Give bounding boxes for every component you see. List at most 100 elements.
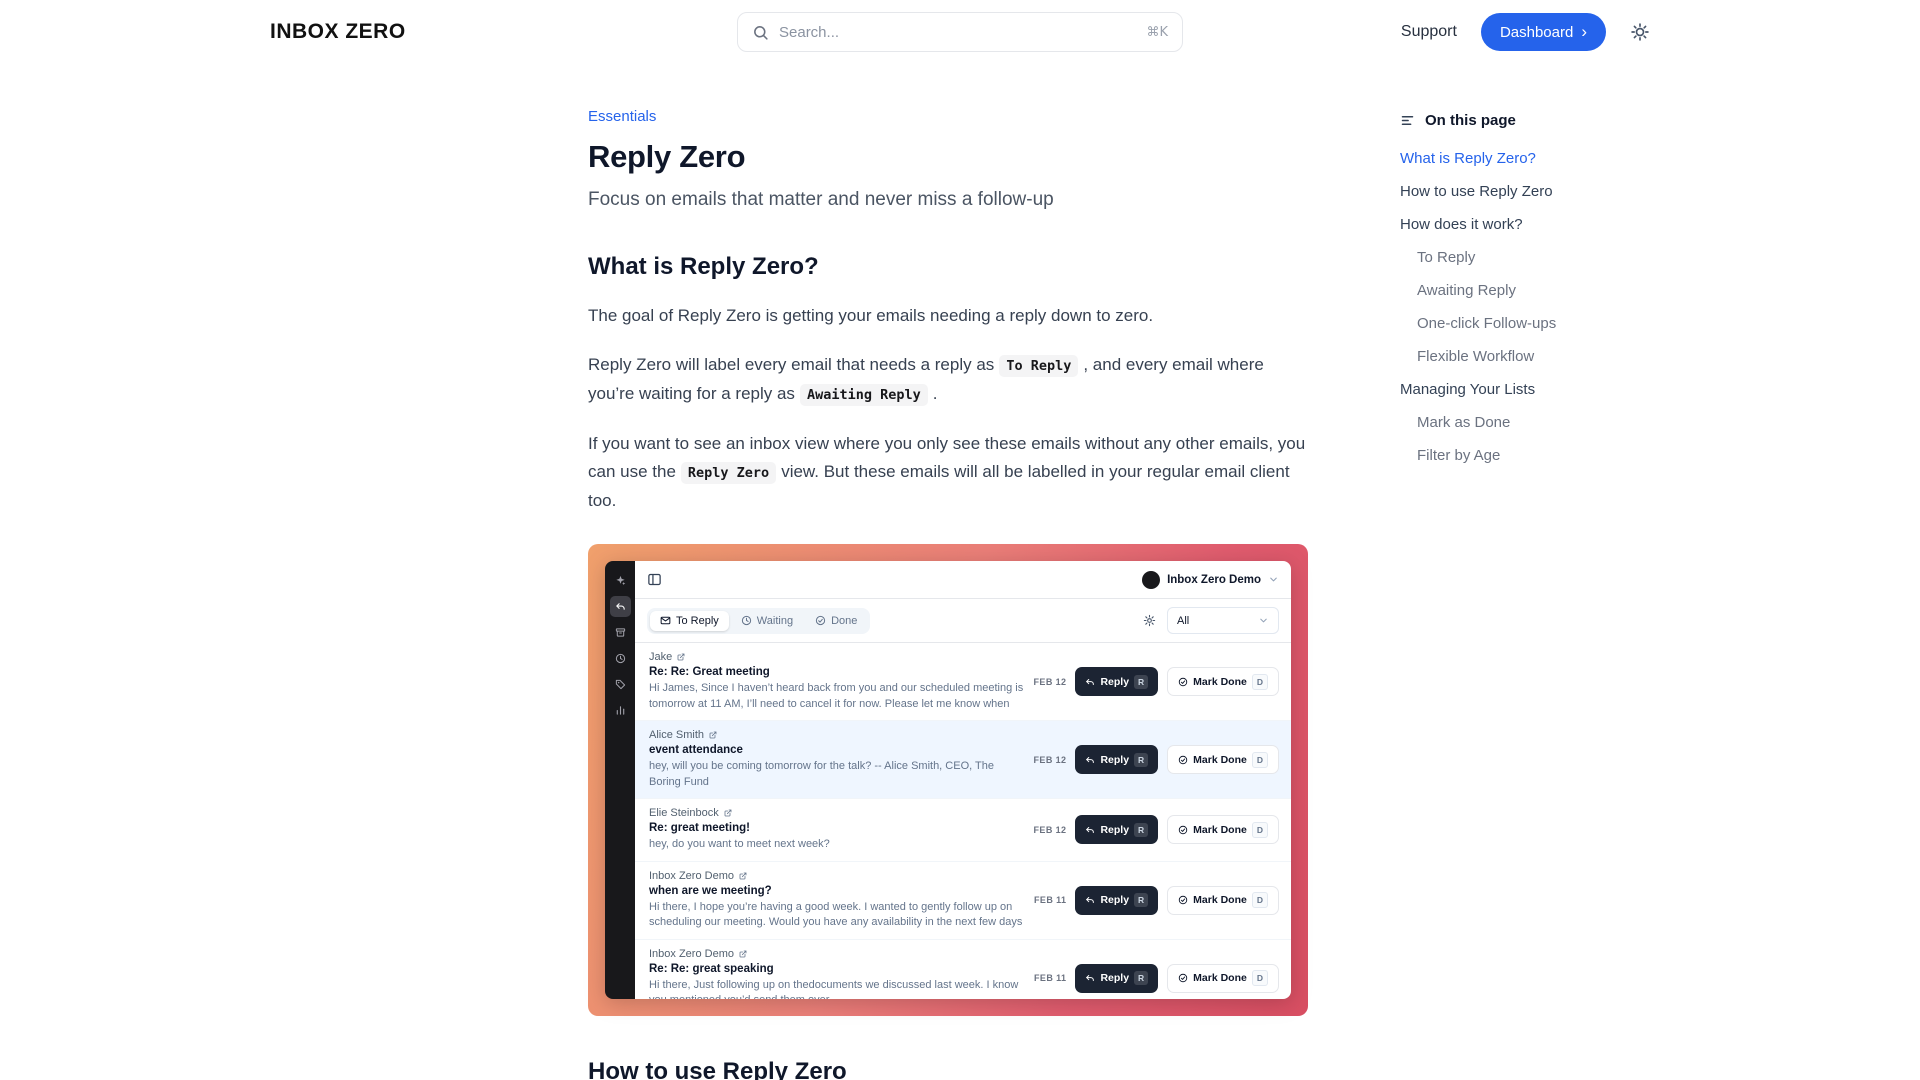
mark-done-button: Mark DoneD bbox=[1167, 964, 1279, 993]
inbox-zero-logo[interactable]: INBOX ZERO bbox=[270, 20, 406, 44]
dashboard-label: Dashboard bbox=[1500, 24, 1573, 41]
depicted-app-header: Inbox Zero Demo bbox=[635, 561, 1291, 599]
search-icon bbox=[752, 24, 769, 41]
done-shortcut-kbd: D bbox=[1252, 674, 1268, 690]
depicted-app-sidebar bbox=[605, 561, 635, 999]
mark-done-button: Mark DoneD bbox=[1167, 745, 1279, 774]
chevron-right-icon: › bbox=[1581, 23, 1587, 40]
email-summary: Inbox Zero Demo when are we meeting? Hi … bbox=[649, 870, 1024, 931]
check-circle-icon bbox=[1178, 677, 1188, 687]
code-to-reply: To Reply bbox=[999, 355, 1078, 377]
email-preview: Hi James, Since I haven’t heard back fro… bbox=[649, 681, 1024, 712]
email-row: Inbox Zero Demo Re: Re: great speaking H… bbox=[635, 940, 1291, 1000]
toc-link-how-to-use-reply-zero[interactable]: How to use Reply Zero bbox=[1400, 183, 1700, 200]
toc-link-awaiting-reply[interactable]: Awaiting Reply bbox=[1417, 282, 1700, 299]
code-reply-zero: Reply Zero bbox=[681, 462, 776, 484]
email-sender: Alice Smith bbox=[649, 729, 704, 741]
email-subject: when are we meeting? bbox=[649, 885, 1024, 897]
toc-link-flexible-workflow[interactable]: Flexible Workflow bbox=[1417, 348, 1700, 365]
mark-done-label: Mark Done bbox=[1193, 676, 1247, 688]
email-actions: FEB 11 ReplyR Mark DoneD bbox=[1034, 964, 1279, 993]
depicted-app-toolbar: To Reply Waiting bbox=[635, 599, 1291, 643]
email-date: FEB 12 bbox=[1034, 825, 1067, 835]
mark-done-label: Mark Done bbox=[1193, 972, 1247, 984]
reply-label: Reply bbox=[1100, 824, 1129, 836]
paragraph-inbox-view: If you want to see an inbox view where y… bbox=[588, 430, 1308, 515]
toc-link-filter-by-age[interactable]: Filter by Age bbox=[1417, 447, 1700, 464]
toc-link-to-reply[interactable]: To Reply bbox=[1417, 249, 1700, 266]
filter-select: All bbox=[1167, 607, 1279, 634]
support-link[interactable]: Support bbox=[1401, 23, 1457, 41]
done-shortcut-kbd: D bbox=[1252, 892, 1268, 908]
reply-arrow-icon bbox=[1085, 973, 1095, 983]
email-list: Jake Re: Re: Great meeting Hi James, Sin… bbox=[635, 643, 1291, 999]
toc-link-mark-as-done[interactable]: Mark as Done bbox=[1417, 414, 1700, 431]
page-title: Reply Zero bbox=[588, 139, 1308, 175]
reply-icon bbox=[610, 596, 631, 617]
tab-label: To Reply bbox=[676, 615, 719, 627]
reply-label: Reply bbox=[1100, 894, 1129, 906]
search-input[interactable]: Search... ⌘K bbox=[737, 12, 1183, 52]
mark-done-label: Mark Done bbox=[1193, 824, 1247, 836]
reply-arrow-icon bbox=[1085, 825, 1095, 835]
panel-left-icon bbox=[647, 572, 662, 587]
reply-shortcut-kbd: R bbox=[1134, 823, 1148, 837]
external-link-icon bbox=[677, 653, 685, 661]
email-actions: FEB 11 ReplyR Mark DoneD bbox=[1034, 886, 1279, 915]
mark-done-label: Mark Done bbox=[1193, 894, 1247, 906]
navbar-inner: INBOX ZERO Search... ⌘K Support Dashboar… bbox=[270, 13, 1650, 51]
email-date: FEB 12 bbox=[1034, 755, 1067, 765]
check-circle-icon bbox=[1178, 973, 1188, 983]
tab-to-reply: To Reply bbox=[650, 611, 729, 631]
email-actions: FEB 12 ReplyR Mark DoneD bbox=[1034, 745, 1279, 774]
toc-header-label: On this page bbox=[1425, 112, 1516, 129]
search-placeholder: Search... bbox=[779, 24, 1136, 41]
toc-link-what-is-reply-zero[interactable]: What is Reply Zero? bbox=[1400, 150, 1700, 167]
reply-button: ReplyR bbox=[1075, 667, 1158, 696]
breadcrumb[interactable]: Essentials bbox=[588, 108, 656, 125]
email-row: Elie Steinbock Re: great meeting! hey, d… bbox=[635, 799, 1291, 862]
email-date: FEB 11 bbox=[1034, 895, 1066, 905]
email-preview: hey, will you be coming tomorrow for the… bbox=[649, 759, 1024, 790]
theme-toggle-sun-icon[interactable] bbox=[1630, 22, 1650, 42]
email-preview: Hi there, I hope you’re having a good we… bbox=[649, 900, 1024, 931]
email-preview: Hi there, Just following up on thedocume… bbox=[649, 978, 1024, 1000]
dashboard-button[interactable]: Dashboard › bbox=[1481, 13, 1606, 51]
top-navbar: INBOX ZERO Search... ⌘K Support Dashboar… bbox=[0, 0, 1920, 64]
section-heading-how-to-use: How to use Reply Zero bbox=[588, 1058, 1308, 1080]
email-actions: FEB 12 Reply R Mark Done D bbox=[1034, 815, 1279, 844]
external-link-icon bbox=[709, 731, 717, 739]
toc-link-one-click-follow-ups[interactable]: One-click Follow-ups bbox=[1417, 315, 1700, 332]
mail-icon bbox=[660, 615, 671, 626]
section-heading-what-is-reply-zero: What is Reply Zero? bbox=[588, 253, 1308, 281]
email-subject: event attendance bbox=[649, 744, 1024, 756]
check-circle-icon bbox=[815, 615, 826, 626]
tag-icon bbox=[610, 674, 631, 695]
toolbar-right: All bbox=[1143, 607, 1279, 634]
email-summary: Elie Steinbock Re: great meeting! hey, d… bbox=[649, 807, 1024, 853]
email-preview: hey, do you want to meet next week? bbox=[649, 837, 1024, 853]
toc-header: On this page bbox=[1400, 112, 1700, 129]
clock-icon bbox=[610, 648, 631, 669]
tab-label: Waiting bbox=[757, 615, 793, 627]
done-shortcut-kbd: D bbox=[1252, 822, 1268, 838]
toc-link-how-does-it-work[interactable]: How does it work? bbox=[1400, 216, 1700, 233]
email-subject: Re: Re: Great meeting bbox=[649, 666, 1024, 678]
reply-button: Reply R bbox=[1075, 815, 1158, 844]
gear-icon bbox=[1143, 614, 1156, 627]
email-actions: FEB 12 ReplyR Mark DoneD bbox=[1034, 667, 1279, 696]
email-sender: Inbox Zero Demo bbox=[649, 948, 734, 960]
toc-link-managing-your-lists[interactable]: Managing Your Lists bbox=[1400, 381, 1700, 398]
tab-waiting: Waiting bbox=[731, 611, 803, 631]
paragraph-labels: Reply Zero will label every email that n… bbox=[588, 351, 1308, 409]
tab-done: Done bbox=[805, 611, 867, 631]
chevron-down-icon bbox=[1268, 574, 1279, 585]
page-subtitle: Focus on emails that matter and never mi… bbox=[588, 189, 1308, 211]
reply-label: Reply bbox=[1100, 972, 1129, 984]
mark-done-button: Mark Done D bbox=[1167, 886, 1279, 915]
on-this-page-nav: On this page What is Reply Zero? How to … bbox=[1400, 64, 1700, 1080]
mark-done-label: Mark Done bbox=[1193, 754, 1247, 766]
external-link-icon bbox=[724, 809, 732, 817]
email-sender: Jake bbox=[649, 651, 672, 663]
avatar bbox=[1142, 571, 1160, 589]
